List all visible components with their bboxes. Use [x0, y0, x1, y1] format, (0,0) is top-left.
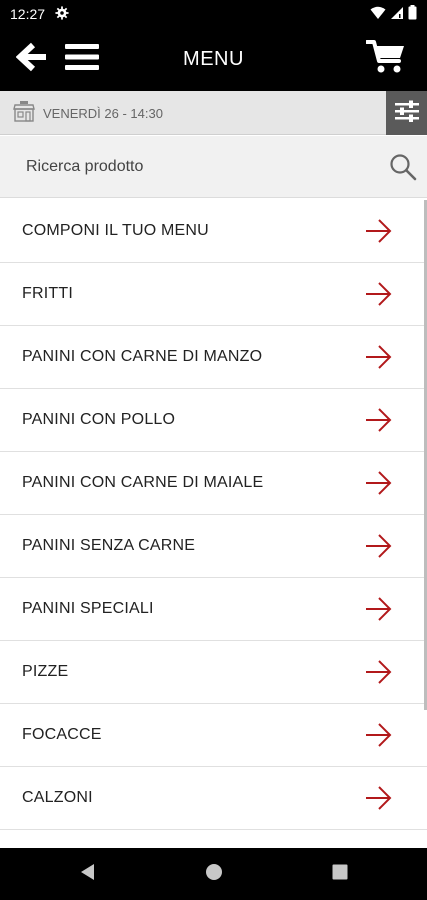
gear-icon — [55, 5, 69, 23]
list-item[interactable]: PANINI CON CARNE DI MAIALE — [0, 452, 427, 515]
sliders-icon — [394, 100, 420, 127]
list-item[interactable]: FOCACCE — [0, 704, 427, 767]
search-icon[interactable] — [389, 153, 417, 181]
date-bar: VENERDÌ 26 - 14:30 — [0, 91, 427, 135]
date-selector[interactable]: VENERDÌ 26 - 14:30 — [12, 91, 163, 135]
nav-back-button[interactable] — [73, 859, 103, 889]
list-item[interactable]: PIZZE — [0, 641, 427, 704]
list-item-label: PANINI CON CARNE DI MANZO — [22, 348, 263, 365]
list-item[interactable]: FRITTI — [0, 263, 427, 326]
back-button[interactable] — [12, 28, 52, 91]
arrow-right-icon — [365, 660, 393, 684]
search-input[interactable] — [0, 136, 380, 198]
list-item-label: PIZZE — [22, 663, 69, 680]
navigation-bar — [0, 848, 427, 900]
nav-recents-button[interactable] — [325, 859, 355, 889]
list-item[interactable]: CALZONI — [0, 767, 427, 830]
list-item[interactable]: PANINI SENZA CARNE — [0, 515, 427, 578]
status-bar: 12:27 — [0, 0, 427, 28]
list-item[interactable]: PANINI CON POLLO — [0, 389, 427, 452]
hamburger-menu-button[interactable] — [60, 28, 104, 91]
back-triangle-icon — [79, 863, 97, 886]
wifi-icon — [370, 6, 386, 23]
recents-square-icon — [332, 864, 348, 885]
shop-icon — [12, 100, 36, 127]
app-header: MENU — [0, 28, 427, 91]
date-time-label: VENERDÌ 26 - 14:30 — [43, 105, 163, 121]
list-item[interactable]: PANINI SPECIALI — [0, 578, 427, 641]
cart-icon — [365, 39, 406, 80]
battery-icon — [408, 5, 417, 23]
list-item-label: PANINI SPECIALI — [22, 600, 154, 617]
list-item-label: PANINI CON POLLO — [22, 411, 176, 428]
list-item-label: CALZONI — [22, 789, 93, 806]
home-circle-icon — [205, 863, 223, 886]
arrow-right-icon — [365, 345, 393, 369]
arrow-right-icon — [365, 219, 393, 243]
filter-button[interactable] — [386, 91, 427, 135]
arrow-left-icon — [15, 42, 48, 77]
hamburger-icon — [65, 43, 99, 76]
list-item[interactable]: PANINI CON CARNE DI MANZO — [0, 326, 427, 389]
list-item-label: FOCACCE — [22, 726, 102, 743]
status-time: 12:27 — [10, 6, 46, 22]
arrow-right-icon — [365, 408, 393, 432]
list-item-label: FRITTI — [22, 285, 73, 302]
arrow-right-icon — [365, 786, 393, 810]
arrow-right-icon — [365, 723, 393, 747]
arrow-right-icon — [365, 597, 393, 621]
signal-icon — [390, 6, 404, 23]
list-item-label: COMPONI IL TUO MENU — [22, 222, 209, 239]
arrow-right-icon — [365, 471, 393, 495]
list-item[interactable] — [0, 830, 427, 848]
cart-button[interactable] — [363, 28, 409, 91]
search-bar — [0, 136, 427, 198]
arrow-right-icon — [365, 534, 393, 558]
list-item-label: PANINI SENZA CARNE — [22, 537, 196, 554]
list-item[interactable]: COMPONI IL TUO MENU — [0, 200, 427, 263]
nav-home-button[interactable] — [199, 859, 229, 889]
arrow-right-icon — [365, 282, 393, 306]
list-item-label: PANINI CON CARNE DI MAIALE — [22, 474, 264, 491]
category-list: COMPONI IL TUO MENU FRITTI PANINI CON CARN… — [0, 200, 427, 848]
